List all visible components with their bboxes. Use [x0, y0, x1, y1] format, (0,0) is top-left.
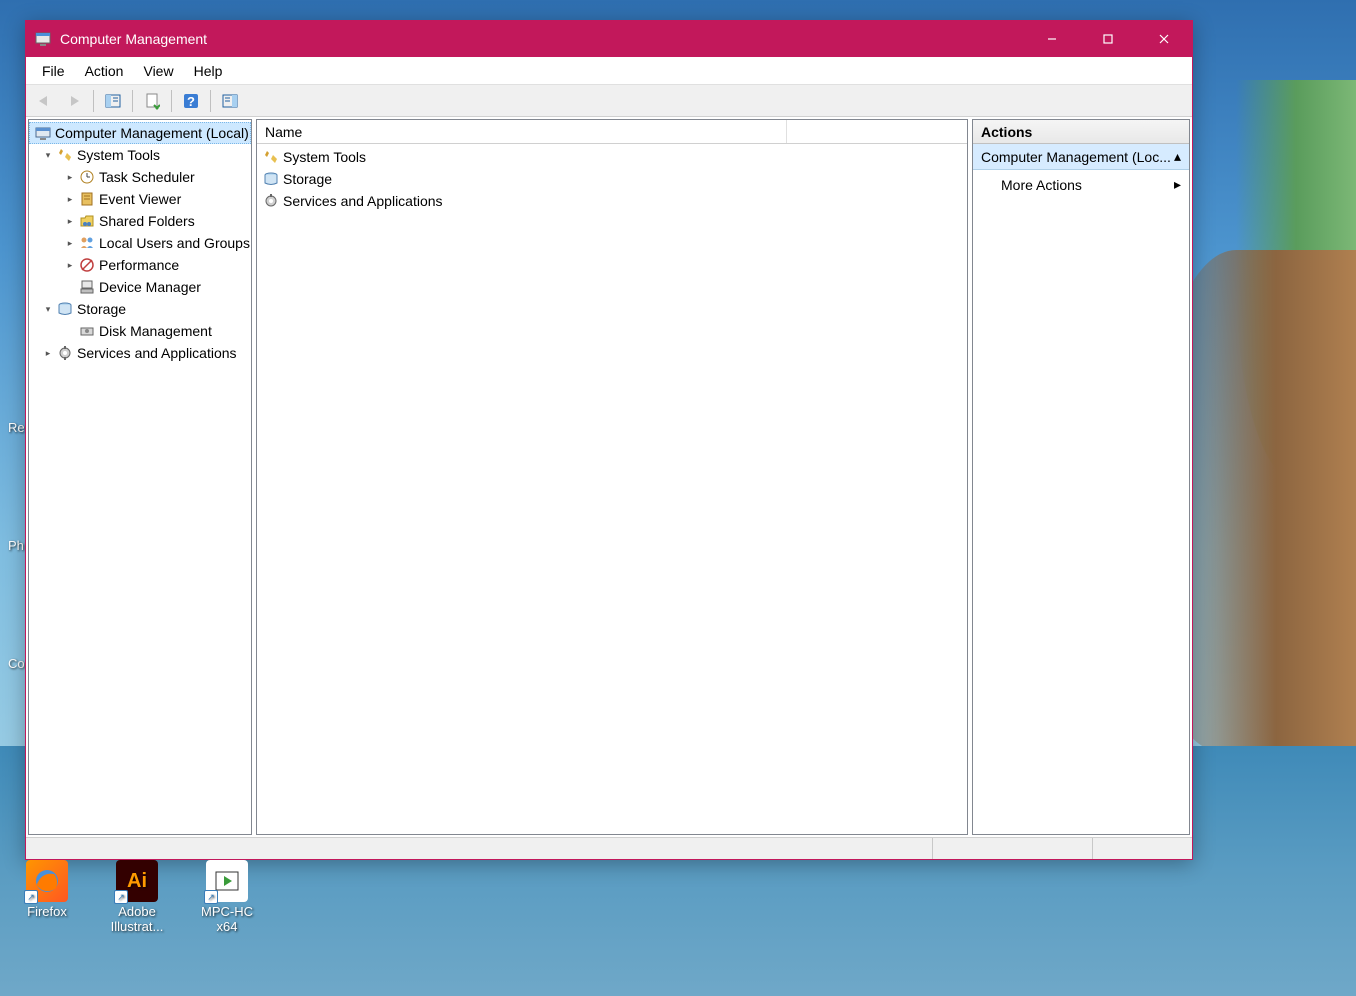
tree-task-scheduler[interactable]: ▸ Task Scheduler — [29, 166, 251, 188]
actions-pane: Actions Computer Management (Loc... ▴ Mo… — [972, 119, 1190, 835]
spacer — [63, 324, 77, 338]
clock-icon — [78, 169, 96, 185]
shortcut-arrow-icon: ↗ — [24, 890, 38, 904]
tree-label: Device Manager — [99, 279, 201, 295]
chevron-down-icon[interactable]: ▾ — [41, 148, 55, 162]
chevron-down-icon[interactable]: ▾ — [41, 302, 55, 316]
spacer — [63, 280, 77, 294]
menu-file[interactable]: File — [32, 61, 75, 81]
titlebar[interactable]: Computer Management — [26, 21, 1192, 57]
shortcut-arrow-icon: ↗ — [204, 890, 218, 904]
tree-label: Task Scheduler — [99, 169, 195, 185]
content-area: Computer Management (Local) ▾ System Too… — [26, 117, 1192, 837]
properties-button[interactable] — [138, 88, 166, 114]
statusbar — [26, 837, 1192, 859]
list-item-services-apps[interactable]: Services and Applications — [257, 190, 967, 212]
tools-icon — [261, 148, 281, 166]
storage-icon — [56, 301, 74, 317]
list-pane: Name System Tools Storage Services and A… — [256, 119, 968, 835]
tree-label: Disk Management — [99, 323, 212, 339]
tree-label: Services and Applications — [77, 345, 237, 361]
gear-icon — [56, 345, 74, 361]
computer-icon — [34, 125, 52, 141]
app-icon — [34, 30, 52, 48]
shortcut-arrow-icon: ↗ — [114, 890, 128, 904]
maximize-button[interactable] — [1080, 21, 1136, 57]
tree-label: Computer Management (Local) — [55, 125, 249, 141]
desktop-label-partial: Co — [8, 656, 25, 671]
tree-event-viewer[interactable]: ▸ Event Viewer — [29, 188, 251, 210]
desktop-icon-mpc[interactable]: ↗ MPC-HC x64 — [190, 860, 264, 934]
desktop-label-partial: Re — [8, 420, 25, 435]
tree-services-apps[interactable]: ▸ Services and Applications — [29, 342, 251, 364]
storage-icon — [261, 170, 281, 188]
menu-help[interactable]: Help — [184, 61, 233, 81]
show-hide-tree-button[interactable] — [99, 88, 127, 114]
tree-pane: Computer Management (Local) ▾ System Too… — [28, 119, 252, 835]
svg-text:?: ? — [187, 94, 195, 109]
book-icon — [78, 191, 96, 207]
desktop-label: MPC-HC x64 — [190, 904, 264, 934]
menu-action[interactable]: Action — [75, 61, 134, 81]
disk-icon — [78, 323, 96, 339]
forward-button[interactable] — [60, 88, 88, 114]
tools-icon — [56, 147, 74, 163]
toolbar: ? — [26, 85, 1192, 117]
tree-storage[interactable]: ▾ Storage — [29, 298, 251, 320]
close-button[interactable] — [1136, 21, 1192, 57]
tree-label: Shared Folders — [99, 213, 195, 229]
list-label: System Tools — [283, 149, 366, 165]
list-item-system-tools[interactable]: System Tools — [257, 146, 967, 168]
chevron-right-icon[interactable]: ▸ — [63, 258, 77, 272]
chevron-right-icon[interactable]: ▸ — [63, 214, 77, 228]
menu-view[interactable]: View — [133, 61, 183, 81]
list-label: Services and Applications — [283, 193, 443, 209]
list-label: Storage — [283, 171, 332, 187]
actions-group[interactable]: Computer Management (Loc... ▴ — [973, 144, 1189, 170]
collapse-icon: ▴ — [1174, 148, 1181, 165]
back-button[interactable] — [30, 88, 58, 114]
show-hide-actions-button[interactable] — [216, 88, 244, 114]
tree-label: Event Viewer — [99, 191, 181, 207]
actions-group-label: Computer Management (Loc... — [981, 149, 1171, 165]
menubar: File Action View Help — [26, 57, 1192, 85]
users-icon — [78, 235, 96, 251]
tree-label: System Tools — [77, 147, 160, 163]
tree-root[interactable]: Computer Management (Local) — [29, 122, 251, 144]
chevron-right-icon[interactable]: ▸ — [41, 346, 55, 360]
gear-icon — [261, 192, 281, 210]
tree-label: Storage — [77, 301, 126, 317]
desktop-label: Firefox — [10, 904, 84, 919]
desktop-icon-illustrator[interactable]: Ai ↗ Adobe Illustrat... — [100, 860, 174, 934]
chevron-right-icon[interactable]: ▸ — [63, 236, 77, 250]
desktop-icon-firefox[interactable]: ↗ Firefox — [10, 860, 84, 919]
actions-more[interactable]: More Actions ▸ — [973, 170, 1189, 199]
desktop-label-partial: Ph — [8, 538, 24, 553]
actions-header: Actions — [973, 120, 1189, 144]
shared-folder-icon — [78, 213, 96, 229]
chevron-right-icon[interactable]: ▸ — [63, 192, 77, 206]
desktop-label: Adobe Illustrat... — [100, 904, 174, 934]
tree-shared-folders[interactable]: ▸ Shared Folders — [29, 210, 251, 232]
tree-local-users[interactable]: ▸ Local Users and Groups — [29, 232, 251, 254]
list-header: Name — [257, 120, 967, 144]
tree-label: Performance — [99, 257, 179, 273]
tree-label: Local Users and Groups — [99, 235, 250, 251]
tree-device-manager[interactable]: Device Manager — [29, 276, 251, 298]
actions-more-label: More Actions — [1001, 177, 1082, 193]
device-icon — [78, 279, 96, 295]
tree-performance[interactable]: ▸ Performance — [29, 254, 251, 276]
window-title: Computer Management — [60, 31, 1024, 47]
computer-management-window: Computer Management File Action View Hel… — [25, 20, 1193, 860]
minimize-button[interactable] — [1024, 21, 1080, 57]
tree-system-tools[interactable]: ▾ System Tools — [29, 144, 251, 166]
performance-icon — [78, 257, 96, 273]
chevron-right-icon: ▸ — [1174, 176, 1181, 193]
column-name[interactable]: Name — [257, 120, 787, 143]
help-button[interactable]: ? — [177, 88, 205, 114]
list-item-storage[interactable]: Storage — [257, 168, 967, 190]
chevron-right-icon[interactable]: ▸ — [63, 170, 77, 184]
tree-disk-management[interactable]: Disk Management — [29, 320, 251, 342]
